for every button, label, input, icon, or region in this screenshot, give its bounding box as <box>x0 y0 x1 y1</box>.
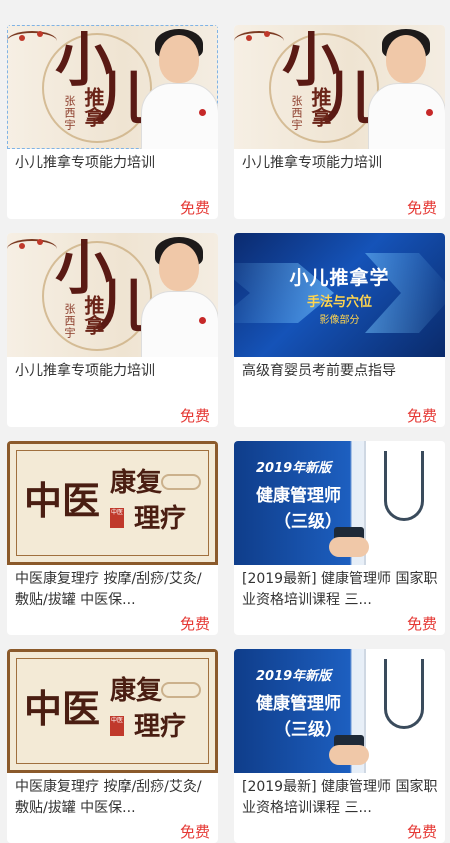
course-title[interactable]: 高级育婴员考前要点指导 <box>242 361 440 382</box>
course-thumbnail[interactable]: 中医 康复 理疗 中医 <box>7 649 218 773</box>
thumb-level: （三级） <box>274 720 342 740</box>
plum-blossom <box>264 31 270 37</box>
thumb-subheading: 康复 <box>110 468 163 498</box>
stethoscope-icon <box>384 659 424 729</box>
thumb-heading: 中医 <box>24 478 101 523</box>
thumb-heading: 中医 <box>24 686 101 731</box>
thumb-subheading-2: 理疗 <box>134 504 187 534</box>
course-price: 免费 <box>179 199 210 217</box>
thumb-small-text: 推拿 <box>81 295 105 335</box>
course-card[interactable]: 2019年新版 健康管理师 （三级） [2019最新] 健康管理师 国家职业资格… <box>234 649 445 843</box>
plum-blossom <box>37 31 43 37</box>
thumb-subheading-2: 理疗 <box>134 712 187 742</box>
instructor-photo <box>135 25 218 149</box>
course-thumbnail[interactable]: 小 儿 推拿 张西宇 <box>234 25 445 149</box>
course-price: 免费 <box>179 615 210 633</box>
thumb-subheading: 康复 <box>110 676 163 706</box>
thumb-seal-text: 张西宇 <box>63 95 76 131</box>
plum-blossom <box>37 239 43 245</box>
course-card[interactable]: 中医 康复 理疗 中医 中医康复理疗 按摩/刮痧/艾灸/敷贴/拔罐 中医保...… <box>7 441 218 635</box>
course-thumbnail[interactable]: 2019年新版 健康管理师 （三级） <box>234 649 445 773</box>
thumb-level: （三级） <box>274 512 342 532</box>
course-price: 免费 <box>406 199 437 217</box>
hand-image <box>329 745 369 765</box>
course-card[interactable]: 小 儿 推拿 张西宇 小儿推拿专项能力培训 免费 <box>7 233 218 427</box>
hand-image <box>329 537 369 557</box>
thumb-heading: 小儿推拿学 <box>289 267 390 289</box>
course-card[interactable]: 小 儿 推拿 张西宇 小儿推拿专项能力培训 免费 <box>7 25 218 219</box>
course-title[interactable]: 中医康复理疗 按摩/刮痧/艾灸/敷贴/拔罐 中医保... <box>15 569 213 611</box>
thumb-subheading: 手法与穴位 <box>306 295 372 310</box>
course-card[interactable]: 中医 康复 理疗 中医 中医康复理疗 按摩/刮痧/艾灸/敷贴/拔罐 中医保...… <box>7 649 218 843</box>
seal-stamp: 中医 <box>110 716 124 736</box>
course-price: 免费 <box>406 615 437 633</box>
course-title[interactable]: [2019最新] 健康管理师 国家职业资格培训课程 三... <box>242 777 440 819</box>
course-title[interactable]: 小儿推拿专项能力培训 <box>242 153 440 174</box>
course-card[interactable]: 2019年新版 健康管理师 （三级） [2019最新] 健康管理师 国家职业资格… <box>234 441 445 635</box>
thumb-caption: 影像部分 <box>319 315 360 326</box>
course-title[interactable]: 中医康复理疗 按摩/刮痧/艾灸/敷贴/拔罐 中医保... <box>15 777 213 819</box>
course-title[interactable]: 小儿推拿专项能力培训 <box>15 153 213 174</box>
course-card[interactable]: 小儿推拿学 手法与穴位 影像部分 高级育婴员考前要点指导 免费 <box>234 233 445 427</box>
course-title[interactable]: 小儿推拿专项能力培训 <box>15 361 213 382</box>
course-grid: 小 儿 推拿 张西宇 小儿推拿专项能力培训 免费 小 儿 推拿 张西宇 小儿推拿… <box>0 0 450 843</box>
thumb-seal-text: 张西宇 <box>63 303 76 339</box>
course-price: 免费 <box>406 823 437 841</box>
course-thumbnail[interactable]: 小 儿 推拿 张西宇 <box>7 233 218 357</box>
course-price: 免费 <box>179 407 210 425</box>
course-thumbnail[interactable]: 2019年新版 健康管理师 （三级） <box>234 441 445 565</box>
thumb-heading: 健康管理师 <box>256 486 341 506</box>
course-price: 免费 <box>406 407 437 425</box>
cloud-icon <box>161 682 201 698</box>
thumb-seal-text: 张西宇 <box>290 95 303 131</box>
instructor-photo <box>362 25 445 149</box>
seal-stamp: 中医 <box>110 508 124 528</box>
thumb-year: 2019年新版 <box>256 461 332 476</box>
instructor-photo <box>135 233 218 357</box>
plum-blossom <box>19 243 25 249</box>
plum-branch <box>7 239 57 259</box>
plum-blossom <box>19 35 25 41</box>
course-thumbnail[interactable]: 小 儿 推拿 张西宇 <box>7 25 218 149</box>
course-thumbnail[interactable]: 中医 康复 理疗 中医 <box>7 441 218 565</box>
thumb-heading: 健康管理师 <box>256 694 341 714</box>
plum-blossom <box>246 35 252 41</box>
cloud-icon <box>161 474 201 490</box>
stethoscope-icon <box>384 451 424 521</box>
thumb-year: 2019年新版 <box>256 669 332 684</box>
course-price: 免费 <box>179 823 210 841</box>
thumb-small-text: 推拿 <box>308 87 332 127</box>
plum-branch <box>7 31 57 51</box>
plum-branch <box>234 31 284 51</box>
course-card[interactable]: 小 儿 推拿 张西宇 小儿推拿专项能力培训 免费 <box>234 25 445 219</box>
thumb-small-text: 推拿 <box>81 87 105 127</box>
course-thumbnail[interactable]: 小儿推拿学 手法与穴位 影像部分 <box>234 233 445 357</box>
course-title[interactable]: [2019最新] 健康管理师 国家职业资格培训课程 三... <box>242 569 440 611</box>
